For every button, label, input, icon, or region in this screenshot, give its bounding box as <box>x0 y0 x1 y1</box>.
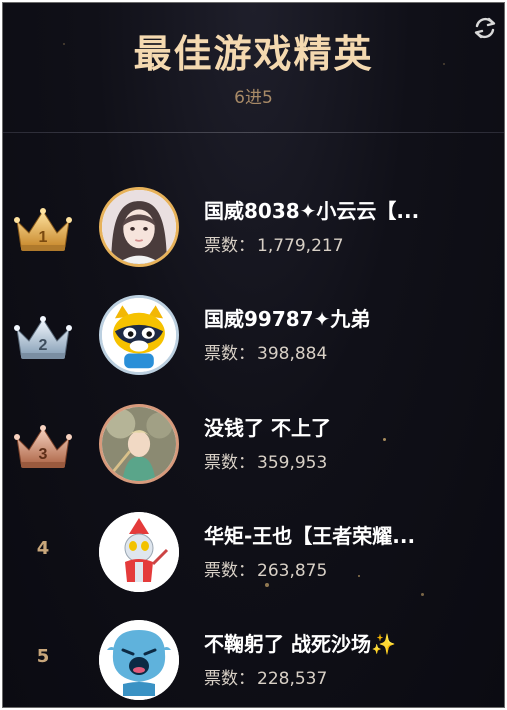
svg-text:1: 1 <box>39 229 48 246</box>
votes-value: 263,875 <box>257 561 328 581</box>
header-divider <box>3 132 504 133</box>
header: 最佳游戏精英 6进5 <box>3 3 504 133</box>
page-title: 最佳游戏精英 <box>133 32 374 76</box>
rank-number: 4 <box>36 538 50 559</box>
ranking-row[interactable]: 3 没钱了 不上了 票数： 359,953 <box>3 398 504 498</box>
rank-number: 5 <box>36 646 50 667</box>
player-name: 国威99787✦九弟 <box>204 307 371 331</box>
votes-label: 票数： <box>204 669 255 689</box>
gold-crown-icon: 1 <box>13 207 73 253</box>
vote-count: 票数： 1,779,217 <box>204 231 344 256</box>
refresh-icon[interactable] <box>472 15 498 41</box>
bronze-crown-icon: 3 <box>13 424 73 470</box>
round-subtitle: 6进5 <box>234 88 273 108</box>
votes-label: 票数： <box>204 344 255 364</box>
player-name: 国威8038✦小云云【... <box>204 199 420 223</box>
player-name: 没钱了 不上了 <box>204 416 331 440</box>
vote-count: 票数： 398,884 <box>204 339 327 364</box>
vote-count: 票数： 359,953 <box>204 448 327 473</box>
player-name: 不鞠躬了 战死沙场✨ <box>204 632 396 656</box>
svg-text:3: 3 <box>39 446 48 463</box>
vote-count: 票数： 228,537 <box>204 664 327 689</box>
player-name: 华矩-王也【王者荣耀... <box>204 524 416 548</box>
vote-count: 票数： 263,875 <box>204 556 327 581</box>
avatar[interactable] <box>99 187 179 267</box>
leaderboard-panel: 最佳游戏精英 6进5 1 国威8038✦小云云【... 票数： 1,779,21… <box>2 2 505 708</box>
votes-label: 票数： <box>204 561 255 581</box>
avatar[interactable] <box>99 620 179 700</box>
votes-value: 359,953 <box>257 453 328 473</box>
votes-value: 1,779,217 <box>257 236 344 256</box>
avatar[interactable] <box>99 295 179 375</box>
ranking-row[interactable]: 2 国威99787✦九弟 票数： 398,884 <box>3 289 504 389</box>
votes-value: 228,537 <box>257 669 328 689</box>
votes-label: 票数： <box>204 453 255 473</box>
votes-label: 票数： <box>204 236 255 256</box>
svg-text:2: 2 <box>39 337 48 354</box>
ranking-row[interactable]: 5 不鞠躬了 战死沙场✨ 票数： 228,537 <box>3 614 504 707</box>
ranking-row[interactable]: 1 国威8038✦小云云【... 票数： 1,779,217 <box>3 181 504 281</box>
silver-crown-icon: 2 <box>13 315 73 361</box>
avatar[interactable] <box>99 512 179 592</box>
avatar[interactable] <box>99 404 179 484</box>
votes-value: 398,884 <box>257 344 328 364</box>
ranking-row[interactable]: 4 华矩-王也【王者荣耀... 票数： 263,875 <box>3 506 504 606</box>
